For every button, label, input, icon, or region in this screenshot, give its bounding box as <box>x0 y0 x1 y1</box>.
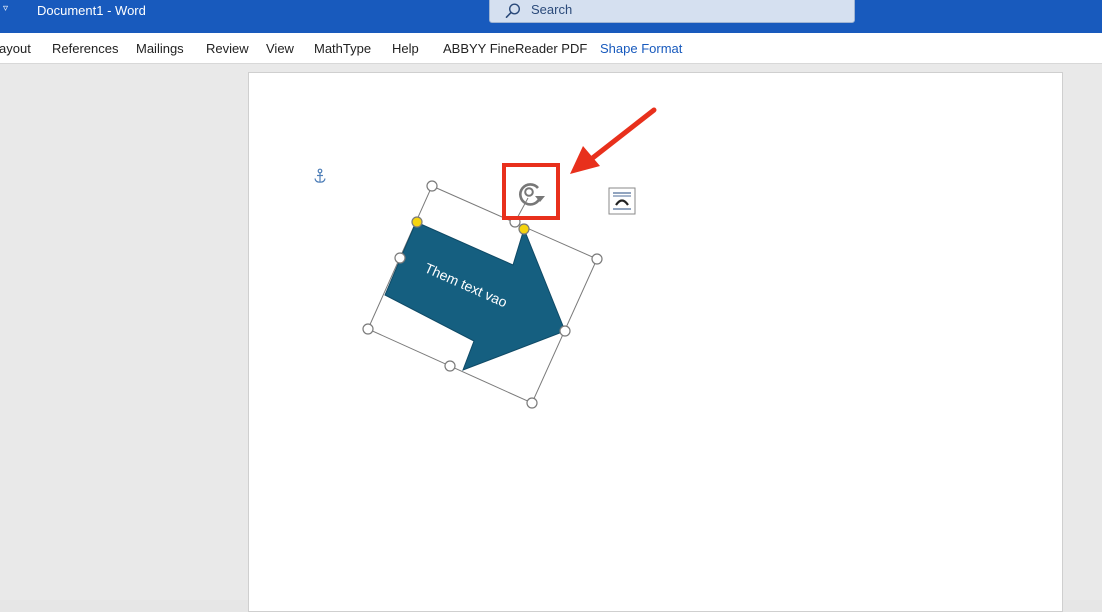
layout-options-icon[interactable] <box>608 187 636 215</box>
tab-layout[interactable]: ayout <box>0 41 31 56</box>
tab-help[interactable]: Help <box>392 41 419 56</box>
adjust-handle-1[interactable] <box>411 216 423 228</box>
tab-abbyy-finereader-pdf[interactable]: ABBYY FineReader PDF <box>443 41 587 56</box>
anchor-icon <box>314 168 326 183</box>
title-bar: ▿ Document1 - Word Search <box>0 0 1102 33</box>
adjust-handle-2[interactable] <box>518 223 530 235</box>
annotation-highlight-box <box>502 163 560 220</box>
resize-handle-right[interactable] <box>559 325 571 337</box>
search-box[interactable]: Search <box>489 0 855 23</box>
resize-handle-bottom[interactable] <box>444 360 456 372</box>
tab-mailings[interactable]: Mailings <box>136 41 184 56</box>
ribbon-tab-bar: ayout References Mailings Review View Ma… <box>0 33 1102 64</box>
search-placeholder: Search <box>531 2 573 17</box>
tab-mathtype[interactable]: MathType <box>314 41 371 56</box>
document-page[interactable] <box>248 72 1063 612</box>
tab-view[interactable]: View <box>266 41 294 56</box>
tab-shape-format[interactable]: Shape Format <box>600 41 682 56</box>
resize-handle-top-left[interactable] <box>426 180 438 192</box>
document-title: Document1 - Word <box>37 3 146 18</box>
resize-handle-top-right[interactable] <box>591 253 603 265</box>
search-icon <box>505 3 521 18</box>
tab-references[interactable]: References <box>52 41 118 56</box>
tab-review[interactable]: Review <box>206 41 249 56</box>
quick-access-dropdown-icon[interactable]: ▿ <box>3 2 8 16</box>
resize-handle-bottom-left[interactable] <box>362 323 374 335</box>
resize-handle-bottom-right[interactable] <box>526 397 538 409</box>
